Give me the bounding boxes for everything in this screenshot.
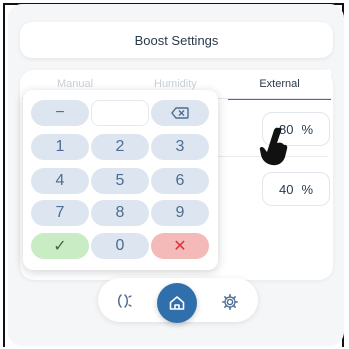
key-0[interactable]: 0 xyxy=(91,233,149,259)
key-confirm[interactable]: ✓ xyxy=(31,233,89,259)
gear-icon xyxy=(222,294,238,310)
key-8[interactable]: 8 xyxy=(91,200,149,226)
boost-threshold-field[interactable]: 40 % xyxy=(262,172,330,206)
keypad-display xyxy=(91,100,149,126)
tab-manual[interactable]: Manual xyxy=(57,78,93,90)
key-3[interactable]: 3 xyxy=(151,134,209,160)
boost-threshold-unit: % xyxy=(301,181,314,197)
key-cancel[interactable]: ✕ xyxy=(151,233,209,259)
tab-humidity[interactable]: Humidity xyxy=(154,78,197,90)
nav-fan-mode-button[interactable] xyxy=(114,290,136,312)
key-6[interactable]: 6 xyxy=(151,168,209,194)
key-5[interactable]: 5 xyxy=(91,168,149,194)
backspace-icon xyxy=(171,107,189,119)
nav-settings-button[interactable] xyxy=(219,291,241,313)
numeric-keypad: − 1 2 3 4 5 6 7 8 9 ✓ 0 ✕ xyxy=(23,90,218,270)
key-9[interactable]: 9 xyxy=(151,200,209,226)
boost-threshold-value: 40 xyxy=(278,181,294,197)
hand-pointer-cursor xyxy=(259,127,288,166)
nav-home-button[interactable] xyxy=(157,283,197,323)
tab-external[interactable]: External xyxy=(228,70,331,100)
key-2[interactable]: 2 xyxy=(91,134,149,160)
key-backspace[interactable] xyxy=(151,100,209,126)
home-icon xyxy=(169,296,185,310)
key-minus[interactable]: − xyxy=(31,100,89,126)
key-7[interactable]: 7 xyxy=(31,200,89,226)
boost-level-unit: % xyxy=(301,121,314,137)
page-title: Boost Settings xyxy=(20,22,333,58)
fan-mode-icon xyxy=(118,294,132,308)
key-1[interactable]: 1 xyxy=(31,134,89,160)
key-4[interactable]: 4 xyxy=(31,168,89,194)
